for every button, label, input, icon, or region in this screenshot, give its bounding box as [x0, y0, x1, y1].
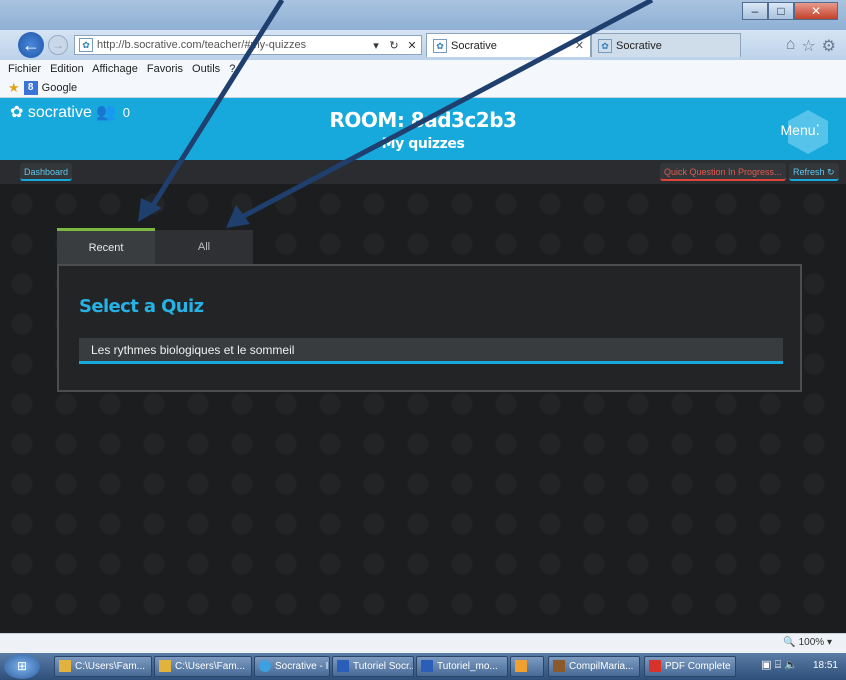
page-subtitle: My quizzes	[381, 136, 465, 152]
taskbar-item[interactable]	[510, 656, 544, 677]
tab-favicon-icon: ✿	[433, 38, 447, 53]
taskbar-item-label: Tutoriel_mo...	[437, 661, 498, 672]
zoom-control[interactable]: 🔍 100% ▾	[783, 637, 832, 648]
settings-gear-icon[interactable]: ⚙	[822, 36, 836, 56]
menu-affichage[interactable]: Affichage	[92, 63, 138, 75]
stop-icon[interactable]: ✕	[403, 39, 421, 52]
menu-outils[interactable]: Outils	[192, 63, 220, 75]
taskbar-item-label: C:\Users\Fam...	[175, 661, 246, 672]
tab-all[interactable]: All	[155, 230, 253, 264]
dropdown-icon[interactable]: ▾	[367, 39, 385, 52]
site-favicon-icon: ✿	[79, 38, 93, 52]
menu-label: Menu	[780, 122, 816, 138]
tab-recent[interactable]: Recent	[57, 228, 155, 264]
pdf-icon	[649, 660, 661, 673]
app-icon	[553, 660, 565, 673]
address-url[interactable]: http://b.socrative.com/teacher/#my-quizz…	[97, 39, 367, 51]
menu-button[interactable]: Menu⁚	[781, 122, 820, 139]
taskbar-item-label: CompilMaria...	[569, 661, 634, 672]
window-titlebar: – □ ✕	[0, 0, 846, 30]
browser-icons: ⌂ ☆ ⚙	[786, 36, 836, 56]
taskbar-item[interactable]: PDF Complete	[644, 656, 736, 677]
favorite-google-link[interactable]: Google	[42, 82, 77, 94]
google-icon: 8	[23, 80, 38, 95]
home-icon[interactable]: ⌂	[786, 36, 796, 56]
taskbar-item-label: Tutoriel Socr...	[353, 661, 414, 672]
taskbar-item[interactable]: Socrative - In...	[254, 656, 330, 677]
tray-app-icon[interactable]: ▣	[761, 659, 771, 671]
browser-navbar: ← → ✿ http://b.socrative.com/teacher/#my…	[0, 30, 846, 60]
browser-statusbar: 🔍 100% ▾	[0, 633, 846, 653]
system-tray: ▣ ⌸ 🔈	[761, 658, 798, 672]
taskbar-item-label: PDF Complete	[665, 661, 731, 672]
folder-icon	[159, 660, 171, 673]
close-tab-icon[interactable]: ✕	[575, 39, 584, 52]
app-toolbar: Dashboard Quick Question In Progress... …	[0, 160, 846, 184]
internet-explorer-icon	[259, 660, 271, 673]
app-icon	[515, 660, 527, 673]
word-icon	[421, 660, 433, 673]
taskbar-item-label: C:\Users\Fam...	[75, 661, 146, 672]
refresh-icon: ↻	[827, 167, 835, 177]
windows-taskbar: ⊞ C:\Users\Fam... C:\Users\Fam... Socrat…	[0, 653, 846, 680]
refresh-label: Refresh	[793, 167, 825, 177]
menu-dots-icon: ⁚	[815, 122, 820, 138]
favorites-bar: ★ 8 Google	[0, 78, 846, 98]
close-window-button[interactable]: ✕	[794, 2, 838, 20]
maximize-button[interactable]: □	[768, 2, 794, 20]
menu-help[interactable]: ?	[229, 63, 235, 75]
volume-icon[interactable]: 🔈	[784, 659, 798, 671]
favorites-star-icon[interactable]: ☆	[801, 36, 815, 56]
app-header: ✿ socrative 👥 0 ROOM: 8ad3c2b3 My quizze…	[0, 98, 846, 160]
browser-tab-active[interactable]: ✿ Socrative ✕	[426, 33, 591, 57]
add-favorite-star-icon[interactable]: ★	[8, 80, 20, 96]
refresh-button[interactable]: Refresh ↻	[789, 163, 839, 181]
forward-button[interactable]: →	[48, 35, 68, 55]
refresh-page-icon[interactable]: ↻	[385, 39, 403, 52]
menu-favoris[interactable]: Favoris	[147, 63, 183, 75]
window-controls: – □ ✕	[742, 2, 838, 20]
tab-label: Socrative	[616, 39, 662, 52]
taskbar-item[interactable]: Tutoriel Socr...	[332, 656, 414, 677]
tab-label: Socrative	[451, 39, 497, 52]
address-bar[interactable]: ✿ http://b.socrative.com/teacher/#my-qui…	[74, 35, 422, 55]
clock[interactable]: 18:51	[813, 660, 838, 671]
main-content: Recent All Select a Quiz Les rythmes bio…	[0, 184, 846, 633]
taskbar-item[interactable]: CompilMaria...	[548, 656, 640, 677]
menu-fichier[interactable]: Fichier	[8, 63, 41, 75]
panel-title: Select a Quiz	[79, 296, 204, 317]
dashboard-button[interactable]: Dashboard	[20, 163, 73, 181]
taskbar-item[interactable]: C:\Users\Fam...	[54, 656, 152, 677]
network-icon[interactable]: ⌸	[775, 659, 782, 671]
zoom-icon: 🔍	[783, 637, 796, 648]
room-title: ROOM: 8ad3c2b3	[329, 108, 517, 132]
start-button[interactable]: ⊞	[4, 654, 40, 679]
word-icon	[337, 660, 349, 673]
quick-question-button[interactable]: Quick Question In Progress...	[660, 163, 786, 181]
zoom-level: 100%	[798, 637, 825, 648]
menu-edition[interactable]: Edition	[50, 63, 84, 75]
folder-icon	[59, 660, 71, 673]
menu-bar: Fichier Edition Affichage Favoris Outils…	[0, 60, 846, 78]
minimize-button[interactable]: –	[742, 2, 768, 20]
tab-favicon-icon: ✿	[598, 38, 612, 53]
taskbar-item[interactable]: Tutoriel_mo...	[416, 656, 508, 677]
quiz-panel: Select a Quiz Les rythmes biologiques et…	[57, 264, 802, 392]
back-button[interactable]: ←	[18, 32, 44, 58]
quiz-list-item[interactable]: Les rythmes biologiques et le sommeil	[79, 338, 783, 364]
taskbar-item[interactable]: C:\Users\Fam...	[154, 656, 252, 677]
browser-tab[interactable]: ✿ Socrative	[591, 33, 741, 57]
taskbar-item-label: Socrative - In...	[275, 661, 329, 672]
